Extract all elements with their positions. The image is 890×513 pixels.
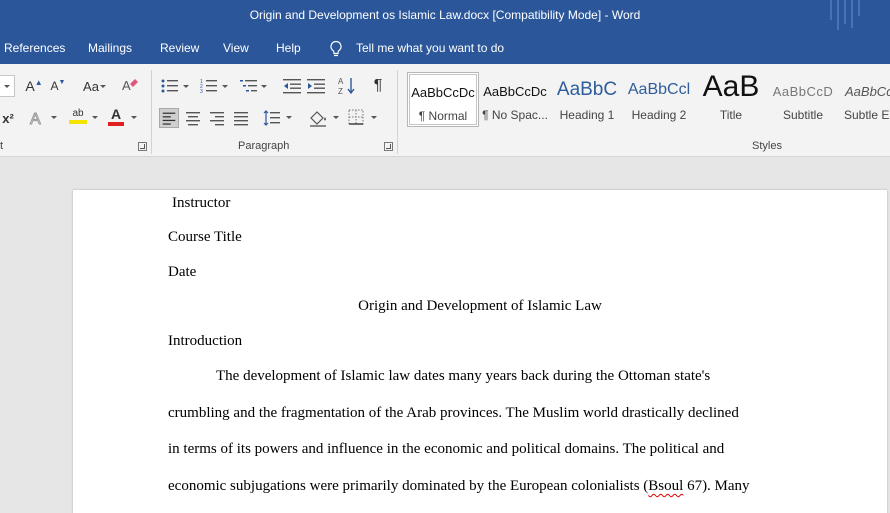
svg-text:3: 3 (200, 89, 203, 94)
title-bar: Origin and Development os Islamic Law.do… (0, 0, 890, 32)
numbering-caret[interactable] (222, 85, 228, 88)
paragraph-dialog-launcher[interactable] (384, 142, 393, 151)
introduction-heading[interactable]: Introduction (168, 333, 242, 350)
shading-icon[interactable] (308, 109, 328, 127)
style-name: Heading 2 (631, 108, 687, 122)
style-title[interactable]: AaB Title (695, 72, 767, 127)
instructor-line[interactable]: Instructor (172, 195, 230, 212)
svg-text:Z: Z (338, 87, 343, 96)
svg-text:A: A (30, 111, 41, 128)
document-page[interactable]: Instructor Course Title Date Origin and … (73, 190, 887, 513)
paragraph-line[interactable]: economic subjugations were primarily dom… (168, 478, 750, 495)
style-preview: AaBbCcl (627, 81, 691, 98)
style-name: ¶ Normal (418, 109, 468, 123)
font-color-button[interactable]: A (106, 106, 126, 128)
change-case-icon: Aa (83, 78, 99, 94)
style-preview: AaBbCcD (772, 84, 834, 99)
style-no-spacing[interactable]: AaBbCcDc ¶ No Spac... (479, 72, 551, 127)
style-name: Heading 1 (559, 108, 615, 122)
ribbon: A ▲ A ▼ Aa A x² A ab A t 123 A Z ¶ Parag… (0, 64, 890, 157)
misspelled-word[interactable]: Bsoul (648, 478, 683, 494)
document-area: Instructor Course Title Date Origin and … (0, 157, 890, 513)
date-line[interactable]: Date (168, 264, 196, 281)
style-preview: AaBbC (556, 79, 618, 100)
highlight-button[interactable]: ab (66, 106, 90, 128)
align-left-icon[interactable] (159, 108, 179, 128)
borders-icon[interactable] (348, 109, 364, 125)
multilevel-caret[interactable] (261, 85, 267, 88)
bullets-icon[interactable] (161, 78, 179, 94)
align-right-icon[interactable] (208, 109, 226, 127)
style-name: Subtle En (844, 108, 890, 122)
paragraph-line[interactable]: in terms of its powers and influence in … (168, 441, 724, 458)
group-divider (397, 70, 398, 154)
tab-mailings[interactable]: Mailings (88, 41, 132, 55)
text-effects-caret[interactable] (51, 116, 57, 119)
line-spacing-icon[interactable] (263, 109, 281, 127)
decrease-indent-icon[interactable] (283, 78, 301, 94)
text-effects-icon[interactable]: A (28, 108, 48, 129)
style-name: ¶ No Spac... (482, 108, 548, 122)
highlight-icon: ab (72, 108, 84, 119)
superscript-icon: x² (2, 110, 14, 126)
style-subtitle[interactable]: AaBbCcD Subtitle (767, 72, 839, 127)
align-center-icon[interactable] (184, 109, 202, 127)
borders-caret[interactable] (371, 116, 377, 119)
shading-caret[interactable] (333, 116, 339, 119)
clear-formatting-icon[interactable]: A (121, 76, 139, 94)
sort-icon[interactable]: A Z (338, 76, 356, 96)
justify-icon[interactable] (232, 109, 250, 127)
tell-me-search[interactable]: Tell me what you want to do (356, 41, 504, 55)
increase-indent-icon[interactable] (307, 78, 325, 94)
document-heading[interactable]: Origin and Development of Islamic Law (73, 298, 887, 315)
shrink-font-button[interactable]: A ▼ (48, 75, 68, 97)
lightbulb-icon[interactable] (329, 40, 343, 57)
highlight-caret[interactable] (92, 116, 98, 119)
grow-font-button[interactable]: A ▲ (24, 75, 44, 97)
svg-text:A: A (122, 78, 131, 93)
font-color-caret[interactable] (131, 116, 137, 119)
superscript-button[interactable]: x² (0, 107, 16, 129)
style-heading-1[interactable]: AaBbC Heading 1 (551, 72, 623, 127)
tab-review[interactable]: Review (160, 41, 199, 55)
show-formatting-marks-icon[interactable]: ¶ (368, 75, 388, 97)
paragraph-line[interactable]: The development of Islamic law dates man… (216, 368, 710, 385)
style-preview: AaBbCcDc (483, 84, 547, 99)
styles-group-label: Styles (752, 140, 782, 152)
course-title-line[interactable]: Course Title (168, 229, 242, 246)
bullets-caret[interactable] (183, 85, 189, 88)
font-size-dropdown[interactable] (0, 75, 15, 97)
paragraph-text: economic subjugations were primarily dom… (168, 478, 649, 494)
paragraph-group-label: Paragraph (238, 140, 290, 152)
window-title: Origin and Development os Islamic Law.do… (249, 8, 641, 22)
paragraph-text: 67). Many (683, 478, 750, 494)
style-heading-2[interactable]: AaBbCcl Heading 2 (623, 72, 695, 127)
tab-view[interactable]: View (223, 41, 249, 55)
font-color-icon: A (110, 106, 122, 122)
style-preview: AaBbCcDc (411, 85, 475, 100)
style-name: Subtitle (782, 108, 824, 122)
style-preview: AaBbCcl (845, 84, 890, 99)
multilevel-list-icon[interactable] (240, 78, 258, 94)
title-decoration (828, 0, 864, 32)
numbering-icon[interactable]: 123 (200, 78, 218, 94)
paragraph-line[interactable]: crumbling and the fragmentation of the A… (168, 405, 739, 422)
font-group-label: t (0, 140, 4, 152)
change-case-button[interactable]: Aa (76, 75, 106, 97)
svg-text:A: A (338, 77, 344, 86)
font-dialog-launcher[interactable] (138, 142, 147, 151)
grow-font-icon: A (25, 78, 35, 94)
shrink-font-icon: A (50, 79, 59, 93)
tab-references[interactable]: References (4, 41, 65, 55)
style-name: Title (719, 108, 743, 122)
ribbon-tabs: References Mailings Review View Help Tel… (0, 32, 890, 64)
style-normal[interactable]: AaBbCcDc ¶ Normal (407, 72, 479, 127)
style-subtle-emphasis[interactable]: AaBbCcl Subtle En (839, 72, 890, 127)
line-spacing-caret[interactable] (286, 116, 292, 119)
tab-help[interactable]: Help (276, 41, 301, 55)
style-preview: AaB (702, 72, 760, 103)
group-divider (151, 70, 152, 154)
